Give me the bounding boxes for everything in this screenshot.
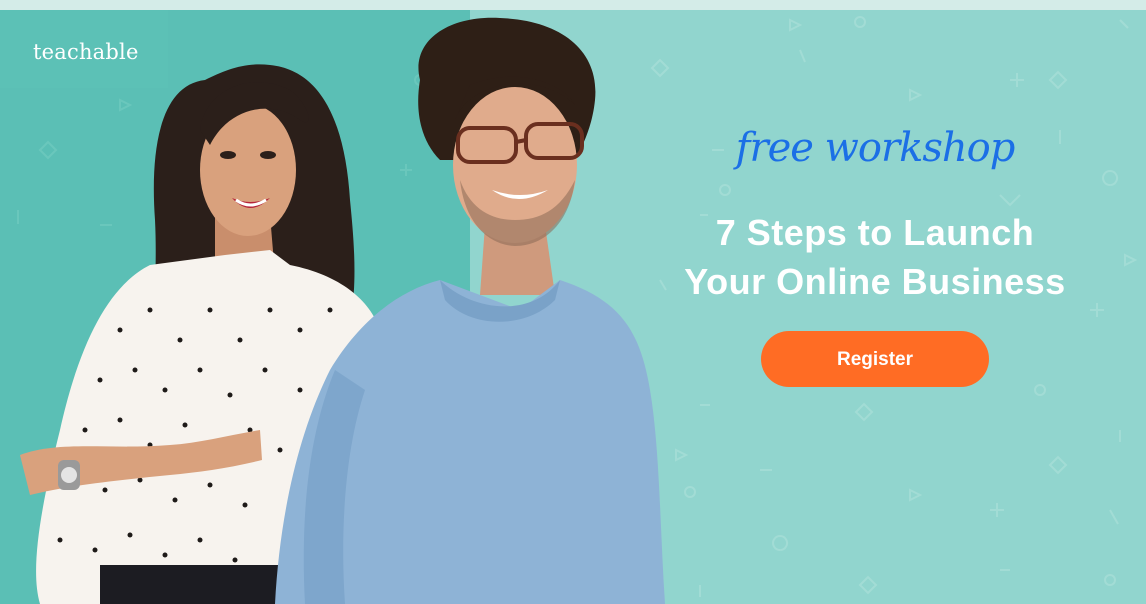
workshop-eyebrow: free workshop [735,125,1016,171]
hero-photo [20,17,665,604]
logo-container: teachable [0,10,168,88]
top-strip [0,0,1146,10]
workshop-headline: 7 Steps to Launch Your Online Business [640,208,1110,306]
teachable-logo[interactable]: teachable [33,40,139,64]
headline-line-2: Your Online Business [684,261,1066,302]
workshop-banner[interactable]: teachable free workshop 7 Steps to Launc… [0,10,1146,604]
headline-line-1: 7 Steps to Launch [715,212,1035,253]
register-button[interactable]: Register [761,331,989,387]
